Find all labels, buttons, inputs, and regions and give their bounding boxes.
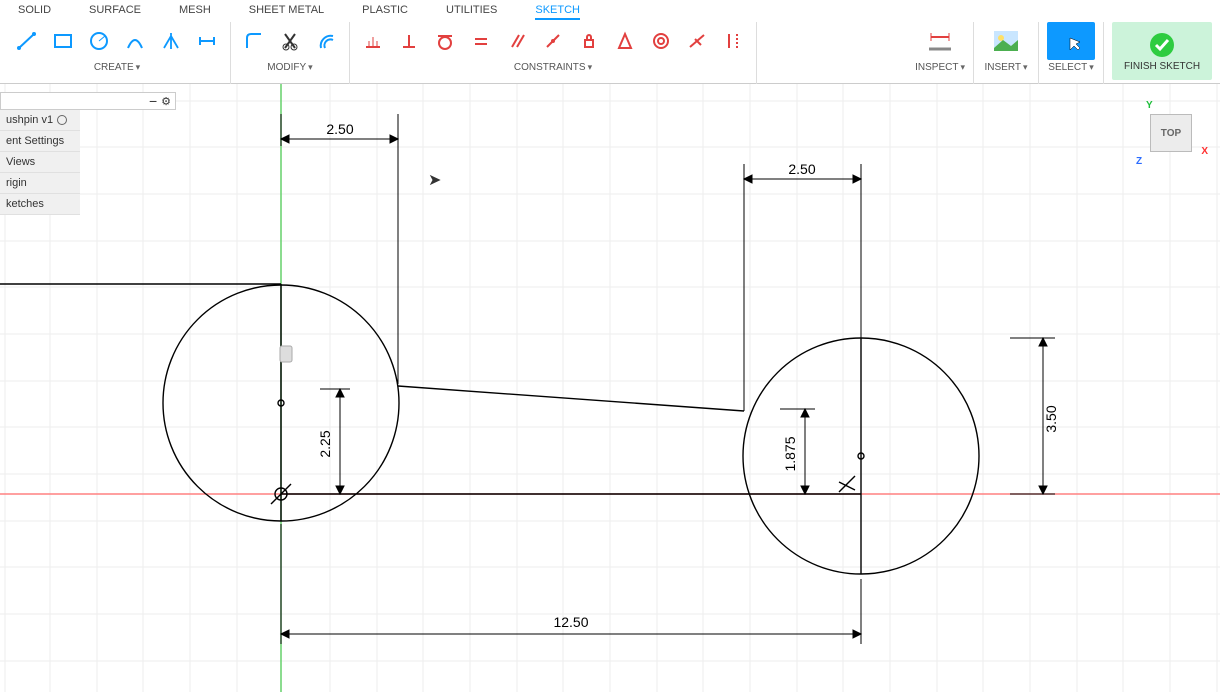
browser-item-origin[interactable]: rigin: [0, 173, 80, 194]
fix-constraint-icon[interactable]: [574, 26, 604, 56]
axis-x-label: X: [1201, 146, 1208, 157]
browser-panel[interactable]: − ⚙ ushpin v1 ent Settings Views rigin k…: [0, 92, 80, 215]
group-select-label[interactable]: SELECT: [1048, 62, 1093, 73]
axis-y-label: Y: [1146, 100, 1153, 111]
browser-header[interactable]: − ⚙: [0, 92, 176, 110]
axis-z-label: Z: [1136, 156, 1142, 167]
group-constraints: CONSTRAINTS: [350, 22, 757, 84]
offset-tool-icon[interactable]: [311, 26, 341, 56]
fillet-tool-icon[interactable]: [239, 26, 269, 56]
svg-text:2.25: 2.25: [317, 430, 333, 457]
visibility-toggle-icon[interactable]: [57, 115, 67, 125]
group-create-label[interactable]: CREATE: [94, 62, 140, 73]
tab-utilities[interactable]: UTILITIES: [446, 4, 497, 20]
parallel-constraint-icon[interactable]: [502, 26, 532, 56]
tab-solid[interactable]: SOLID: [18, 4, 51, 20]
circle-tool-icon[interactable]: [84, 26, 114, 56]
browser-settings-icon[interactable]: ⚙: [161, 95, 171, 108]
mirror-tool-icon[interactable]: [156, 26, 186, 56]
tab-sketch[interactable]: SKETCH: [535, 4, 580, 20]
group-constraints-label[interactable]: CONSTRAINTS: [514, 62, 592, 73]
browser-collapse-icon[interactable]: −: [149, 96, 157, 106]
group-inspect: INSPECT: [907, 22, 974, 84]
trim-tool-icon[interactable]: [275, 26, 305, 56]
dim-d6[interactable]: 12.50: [281, 524, 861, 644]
dim-d1[interactable]: 2.50: [281, 114, 398, 384]
view-cube[interactable]: TOP Y X Z: [1136, 100, 1206, 170]
rectangle-tool-icon[interactable]: [48, 26, 78, 56]
svg-text:2.50: 2.50: [326, 121, 353, 137]
line-tool-icon[interactable]: [12, 26, 42, 56]
group-select: SELECT: [1039, 22, 1104, 84]
tangent-constraint-icon[interactable]: [430, 26, 460, 56]
concentric-constraint-icon[interactable]: [646, 26, 676, 56]
symmetry-constraint-icon[interactable]: [610, 26, 640, 56]
svg-text:1.875: 1.875: [782, 436, 798, 471]
dim-d5[interactable]: 3.50: [1010, 338, 1059, 494]
browser-item-views[interactable]: Views: [0, 152, 80, 173]
ribbon-tabs: SOLID SURFACE MESH SHEET METAL PLASTIC U…: [0, 0, 1220, 20]
horizontal-constraint-icon[interactable]: [358, 26, 388, 56]
finish-sketch-button[interactable]: FINISH SKETCH: [1112, 22, 1212, 80]
browser-root[interactable]: ushpin v1: [0, 110, 80, 131]
group-create: CREATE: [4, 22, 231, 84]
toolbar: CREATE MODIFY CONSTRAINTS INSPE: [0, 20, 1220, 84]
dim-d3[interactable]: 2.25: [317, 389, 350, 494]
view-cube-face[interactable]: TOP: [1150, 114, 1192, 152]
svg-text:3.50: 3.50: [1043, 405, 1059, 432]
equal-constraint-icon[interactable]: [466, 26, 496, 56]
group-modify: MODIFY: [231, 22, 350, 84]
arc-tool-icon[interactable]: [120, 26, 150, 56]
group-inspect-label[interactable]: INSPECT: [915, 62, 965, 73]
tab-mesh[interactable]: MESH: [179, 4, 211, 20]
finish-label: FINISH SKETCH: [1124, 61, 1200, 72]
group-insert: INSERT: [974, 22, 1039, 84]
tab-sheetmetal[interactable]: SHEET METAL: [249, 4, 324, 20]
browser-item-settings[interactable]: ent Settings: [0, 131, 80, 152]
tab-surface[interactable]: SURFACE: [89, 4, 141, 20]
coincident-constraint-icon[interactable]: [538, 26, 568, 56]
group-modify-label[interactable]: MODIFY: [267, 62, 312, 73]
canvas[interactable]: 2.50 2.50 2.25 1.875: [0, 84, 1220, 692]
check-icon: [1148, 31, 1176, 59]
select-tool-icon[interactable]: [1047, 22, 1095, 60]
group-finish: FINISH SKETCH: [1104, 22, 1220, 84]
browser-item-sketches[interactable]: ketches: [0, 194, 80, 215]
svg-text:2.50: 2.50: [788, 161, 815, 177]
sketch-geometry[interactable]: [0, 284, 979, 574]
dimension-tool-icon[interactable]: [192, 26, 222, 56]
perpendicular-constraint-icon[interactable]: [394, 26, 424, 56]
tab-plastic[interactable]: PLASTIC: [362, 4, 408, 20]
insert-tool-icon[interactable]: [982, 22, 1030, 60]
collinear-constraint-icon[interactable]: [718, 26, 748, 56]
grid: [0, 84, 1220, 692]
inspect-tool-icon[interactable]: [916, 22, 964, 60]
svg-text:12.50: 12.50: [553, 614, 588, 630]
midpoint-constraint-icon[interactable]: [682, 26, 712, 56]
group-insert-label[interactable]: INSERT: [984, 62, 1027, 73]
